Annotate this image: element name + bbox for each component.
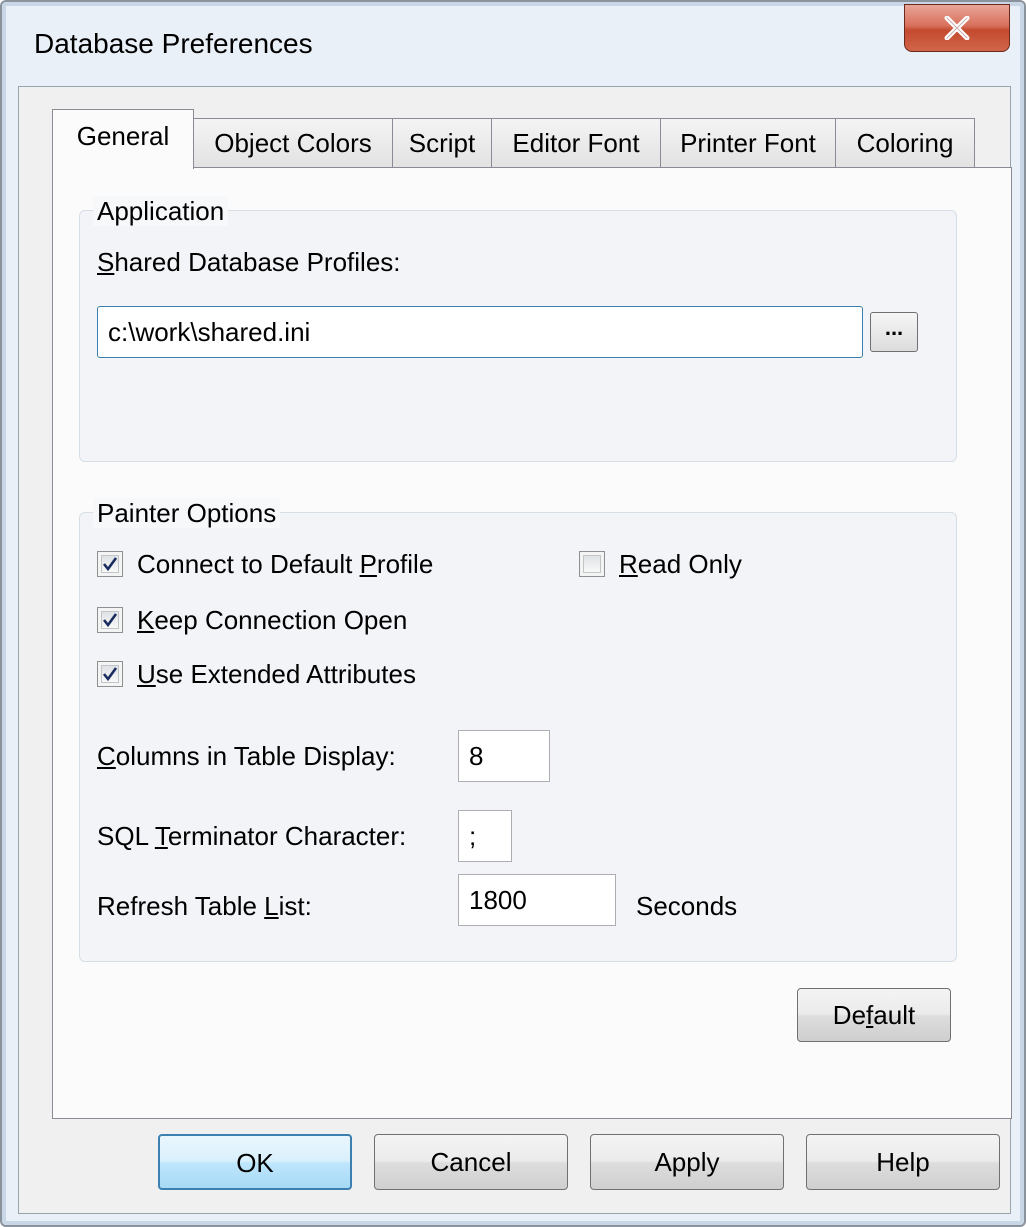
connect-default-checkbox[interactable] [97, 551, 123, 577]
terminator-input[interactable] [458, 810, 512, 862]
window-title: Database Preferences [34, 28, 313, 59]
default-button[interactable]: Default [797, 988, 951, 1042]
apply-button[interactable]: Apply [590, 1134, 784, 1190]
close-icon [944, 16, 970, 40]
help-button[interactable]: Help [806, 1134, 1000, 1190]
columns-input[interactable] [458, 730, 550, 782]
tab-general-label: General [76, 121, 170, 151]
browse-button[interactable]: ... [870, 312, 918, 352]
checkmark-icon [102, 613, 118, 628]
checkmark-icon [102, 667, 118, 682]
tab-coloring[interactable]: Coloring [835, 118, 975, 168]
tab-editor-font-label: Editor Font [512, 128, 640, 158]
tab-coloring-label: Coloring [856, 128, 954, 158]
dialog-client-area: General Object Colors Script Editor Font… [18, 86, 1012, 1214]
database-preferences-dialog: Database Preferences General Object Colo… [0, 0, 1026, 1227]
tab-script-label: Script [408, 128, 476, 158]
keep-connection-label: Keep Connection Open [137, 605, 408, 635]
extended-attributes-label: Use Extended Attributes [137, 659, 416, 689]
checkmark-icon [102, 557, 118, 572]
terminator-label: SQL Terminator Character: [97, 821, 407, 851]
tab-editor-font[interactable]: Editor Font [491, 118, 661, 168]
close-button[interactable] [904, 4, 1010, 52]
shared-profiles-input[interactable] [97, 306, 863, 358]
tab-object-colors[interactable]: Object Colors [193, 118, 393, 168]
tab-printer-font[interactable]: Printer Font [660, 118, 836, 168]
read-only-label: Read Only [619, 549, 742, 579]
refresh-input[interactable] [458, 874, 616, 926]
refresh-unit-label: Seconds [636, 891, 738, 921]
shared-profiles-label: Shared Database Profiles: [97, 247, 401, 277]
application-group-legend: Application [93, 196, 229, 226]
general-tab-panel: Application Shared Database Profiles: ..… [52, 167, 1012, 1119]
painter-options-legend: Painter Options [93, 498, 281, 528]
tab-general[interactable]: General [52, 109, 194, 169]
connect-default-label: Connect to Default Profile [137, 549, 434, 579]
tab-script[interactable]: Script [392, 118, 492, 168]
refresh-label: Refresh Table List: [97, 891, 312, 921]
tab-printer-font-label: Printer Font [680, 128, 816, 158]
cancel-button[interactable]: Cancel [374, 1134, 568, 1190]
keep-connection-checkbox[interactable] [97, 607, 123, 633]
extended-attributes-checkbox[interactable] [97, 661, 123, 687]
tab-object-colors-label: Object Colors [214, 128, 372, 158]
ok-button[interactable]: OK [158, 1134, 352, 1190]
read-only-checkbox[interactable] [579, 551, 605, 577]
columns-label: Columns in Table Display: [97, 741, 396, 771]
